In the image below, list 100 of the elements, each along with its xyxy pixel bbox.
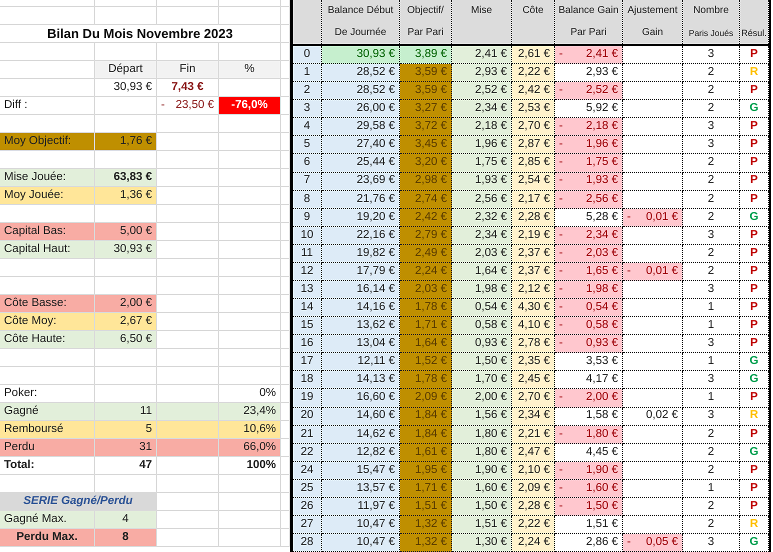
- column-header: Côte: [512, 0, 555, 44]
- table-cell: 19,82 €: [322, 244, 400, 263]
- table-cell: 0: [293, 46, 322, 64]
- amount-text: 0,01 €: [646, 210, 678, 225]
- column-header: Mise: [452, 0, 512, 44]
- table-cell: 25,44 €: [322, 154, 400, 173]
- result-letter: G: [740, 353, 769, 372]
- table-cell: 2,37 €: [512, 262, 555, 282]
- table-cell: 18: [293, 371, 322, 390]
- column-header: [293, 0, 322, 44]
- table-cell: 2: [683, 444, 740, 462]
- table-cell: 2,21 €: [512, 426, 555, 444]
- table-cell: 10,47 €: [322, 516, 400, 534]
- table-cell: 1,76 €: [95, 133, 157, 150]
- table-cell: 2,10 €: [512, 462, 555, 480]
- amount-text: 2,34 €: [586, 228, 618, 243]
- table-cell: 2: [683, 100, 740, 118]
- table-cell: 2,34 €: [452, 226, 512, 245]
- table-cell: 2: [683, 262, 740, 282]
- table-cell: 25: [293, 480, 322, 498]
- table-cell: 2,53 €: [512, 100, 555, 118]
- result-letter: G: [740, 534, 769, 552]
- table-cell: 1,50 €: [452, 498, 512, 516]
- table-cell: Côte Basse:: [0, 295, 95, 312]
- table-cell: 21,76 €: [322, 190, 400, 209]
- table-cell: 1,64 €: [452, 262, 512, 282]
- table-cell: 100%: [219, 457, 281, 474]
- table-cell: 23,4%: [219, 403, 281, 420]
- table-cell: 2: [683, 190, 740, 209]
- result-letter: P: [740, 281, 769, 300]
- table-cell: 2,61 €: [512, 46, 555, 64]
- table-cell: 0,93 €: [452, 335, 512, 354]
- table-cell: 0,58 €: [452, 317, 512, 336]
- table-cell: 2,19 €: [512, 226, 555, 245]
- table-cell: 3,45 €: [400, 136, 452, 154]
- table-cell: 3,59 €: [400, 82, 452, 100]
- table-cell: 1,36 €: [95, 187, 157, 204]
- minus-sign: -: [559, 462, 563, 478]
- section-title: SERIE Gagné/Perdu: [0, 493, 157, 510]
- result-letter: P: [740, 46, 769, 64]
- table-cell: 1,51 €: [452, 516, 512, 534]
- minus-sign: -: [559, 155, 563, 170]
- table-cell: 1,32 €: [400, 534, 452, 552]
- result-letter: R: [740, 516, 769, 534]
- table-cell: 2,42 €: [512, 82, 555, 100]
- result-letter: P: [740, 262, 769, 282]
- table-cell: 2,42 €: [400, 208, 452, 227]
- table-cell: 11: [293, 244, 322, 263]
- table-cell: 8: [95, 529, 157, 546]
- table-cell: 12,82 €: [322, 444, 400, 462]
- result-letter: P: [740, 426, 769, 444]
- table-cell: 1,71 €: [400, 317, 452, 336]
- table-cell: 17,79 €: [322, 262, 400, 282]
- table-cell: 2: [683, 172, 740, 191]
- column-header: Balance Gain Par Pari: [555, 0, 623, 44]
- table-cell: 26,00 €: [322, 100, 400, 118]
- table-cell: 2,49 €: [400, 244, 452, 263]
- minus-sign: -: [559, 336, 563, 352]
- table-cell: 3,20 €: [400, 154, 452, 173]
- minus-sign: -: [627, 264, 631, 279]
- column-header: Fin: [157, 61, 219, 78]
- table-cell: 1: [683, 299, 740, 318]
- result-letter: P: [740, 226, 769, 245]
- table-cell: 2,24 €: [400, 262, 452, 282]
- amount-text: 4,45 €: [586, 444, 618, 460]
- result-letter: P: [740, 190, 769, 209]
- table-cell: 1,78 €: [400, 371, 452, 390]
- table-cell: 6,50 €: [95, 331, 157, 348]
- table-cell: 2,41 €: [452, 46, 512, 64]
- table-cell: 1,90 €: [452, 462, 512, 480]
- table-cell: 1: [683, 480, 740, 498]
- amount-text: 2,86 €: [586, 535, 618, 550]
- table-cell: 2,67 €: [95, 313, 157, 330]
- table-cell: 2,28 €: [512, 498, 555, 516]
- minus-sign: -: [161, 98, 165, 113]
- table-cell: 1,96 €: [452, 136, 512, 154]
- table-cell: Total:: [0, 457, 95, 474]
- amount-text: 2,93 €: [586, 65, 618, 80]
- column-header: %: [219, 61, 281, 78]
- table-cell: 1,61 €: [400, 444, 452, 462]
- column-header: Objectif/ Par Pari: [400, 0, 452, 44]
- minus-sign: -: [559, 46, 563, 62]
- column-header: Nombre Paris Joués: [683, 0, 740, 44]
- table-cell: 14,62 €: [322, 426, 400, 444]
- result-letter: P: [740, 154, 769, 173]
- table-cell: 1,80 €: [452, 444, 512, 462]
- table-cell: 22: [293, 444, 322, 462]
- table-cell: 21: [293, 426, 322, 444]
- table-cell: 11,97 €: [322, 498, 400, 516]
- table-cell: 1,51 €: [400, 498, 452, 516]
- table-cell: 10,6%: [219, 421, 281, 438]
- table-cell: Côte Haute:: [0, 331, 95, 348]
- table-cell: 1,52 €: [400, 353, 452, 372]
- amount-text: 2,03 €: [586, 246, 618, 261]
- result-letter: G: [740, 100, 769, 118]
- table-cell: 2,00 €: [95, 295, 157, 312]
- table-cell: 2,93 €: [452, 64, 512, 82]
- table-cell: 2,52 €: [452, 82, 512, 100]
- minus-sign: -: [559, 300, 563, 316]
- amount-text: 5,92 €: [586, 101, 618, 116]
